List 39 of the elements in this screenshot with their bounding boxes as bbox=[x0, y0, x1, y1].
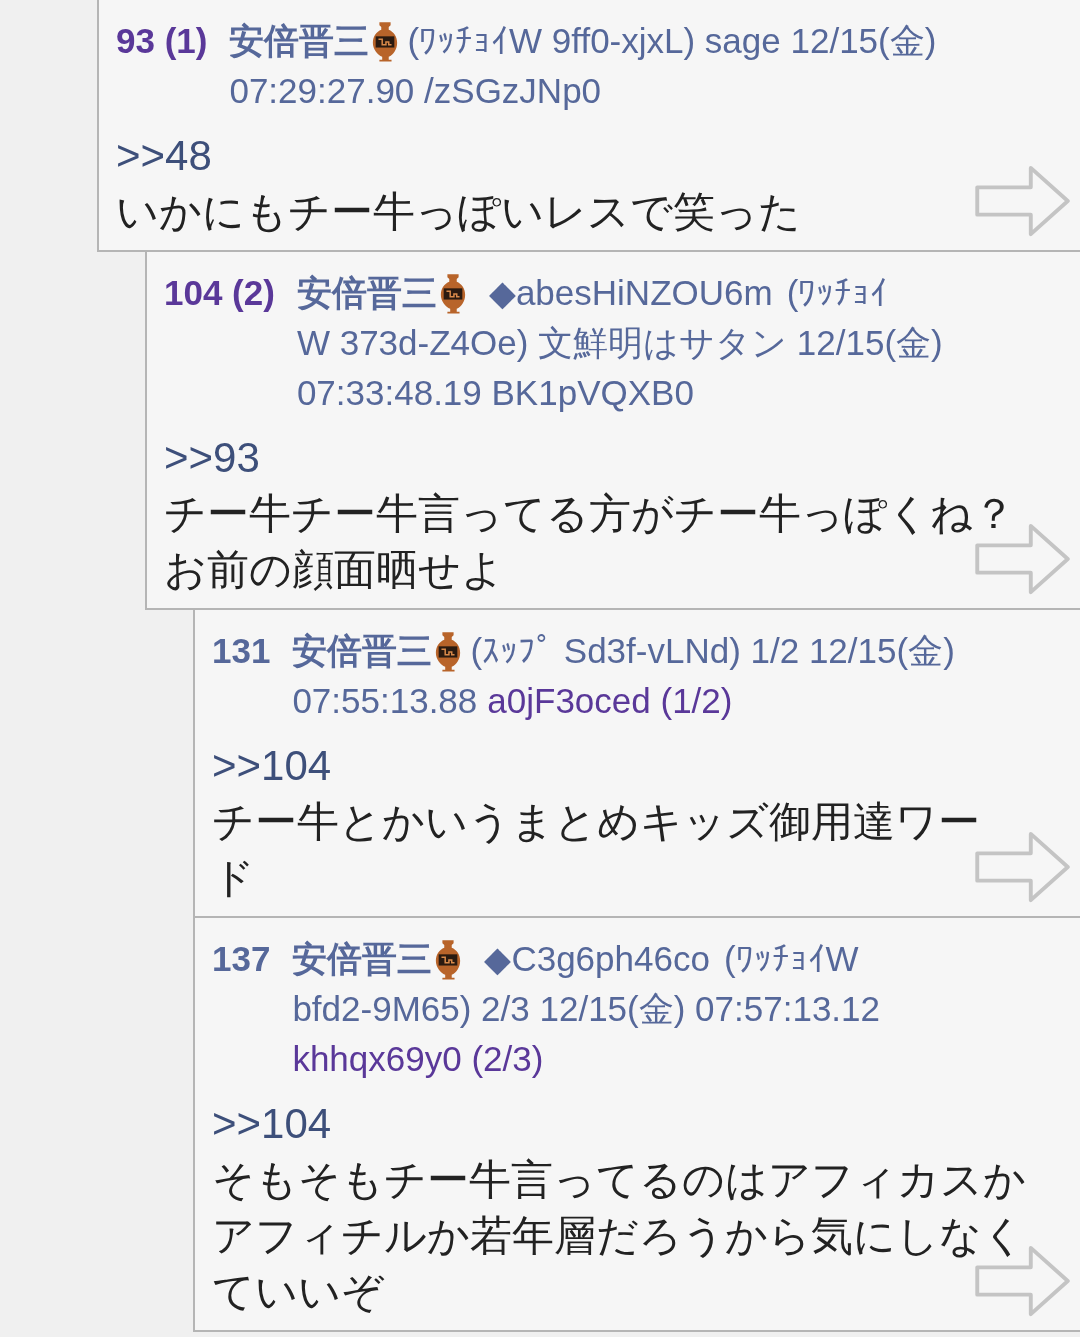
post-text: チー牛チー牛言ってる方がチー牛っぽくね？ bbox=[164, 489, 1015, 539]
post-number[interactable]: 131 bbox=[212, 626, 271, 676]
post-meta: W 373d-Z4Oe) 文鮮明はサタン 12/15(金) bbox=[296, 322, 943, 364]
anchor-link[interactable]: >>93 bbox=[164, 430, 260, 486]
trip-code: ◆C3g6ph46co bbox=[484, 938, 710, 980]
post-meta: 07:29:27.90 /zSGzJNp0 bbox=[229, 70, 602, 112]
post-meta: bfd2-9M65) 2/3 12/15(金) 07:57:13.12 bbox=[292, 988, 880, 1030]
post-text: お前の顔面晒せよ bbox=[164, 545, 504, 595]
vase-icon bbox=[371, 20, 400, 62]
arrow-icon[interactable] bbox=[974, 830, 1072, 904]
post-number[interactable]: 93 (1) bbox=[116, 16, 208, 66]
post-text: いかにもチー牛っぽいレスで笑った bbox=[116, 187, 801, 237]
post-meta: 07:33:48.19 BK1pVQXB0 bbox=[296, 372, 694, 414]
poster-name: 安倍晋三 bbox=[296, 272, 437, 314]
trip-code: ◆abesHiNZOU6m bbox=[488, 272, 773, 314]
vase-icon bbox=[434, 630, 463, 672]
post-number[interactable]: 137 bbox=[212, 934, 271, 984]
anchor-link[interactable]: >>104 bbox=[212, 1096, 332, 1152]
post-text: チー牛とかいうまとめキッズ御用達ワー bbox=[212, 797, 980, 847]
post-text: そもそもチー牛言ってるのはアフィカスか bbox=[212, 1155, 1026, 1205]
post-text: ていいぞ bbox=[212, 1267, 384, 1317]
anchor-link[interactable]: >>48 bbox=[116, 128, 212, 184]
post-text: ド bbox=[212, 853, 255, 903]
post-meta: 07:55:13.88 bbox=[292, 680, 478, 722]
post-meta: (ﾜｯﾁｮｲW 9ff0-xjxL) sage 12/15(金) bbox=[407, 20, 937, 62]
anchor-link[interactable]: >>104 bbox=[212, 738, 332, 794]
poster-name: 安倍晋三 bbox=[229, 20, 370, 62]
poster-name: 安倍晋三 bbox=[292, 630, 433, 672]
vase-icon bbox=[434, 938, 463, 980]
id-link[interactable]: khhqx69y0 (2/3) bbox=[292, 1034, 544, 1084]
vase-icon bbox=[438, 272, 467, 314]
id-link[interactable]: a0jF3oced (1/2) bbox=[487, 676, 733, 726]
post-meta: (ｽｯﾌﾟ Sd3f-vLNd) 1/2 12/15(金) bbox=[470, 630, 955, 672]
post-number[interactable]: 104 (2) bbox=[164, 268, 275, 318]
post-text: アフィチルか若年層だろうから気にしなく bbox=[212, 1211, 1025, 1261]
arrow-icon[interactable] bbox=[974, 164, 1072, 238]
post-meta: (ﾜｯﾁｮｲW bbox=[723, 938, 859, 980]
poster-name: 安倍晋三 bbox=[292, 938, 433, 980]
post-meta: (ﾜｯﾁｮｲ bbox=[786, 272, 889, 314]
